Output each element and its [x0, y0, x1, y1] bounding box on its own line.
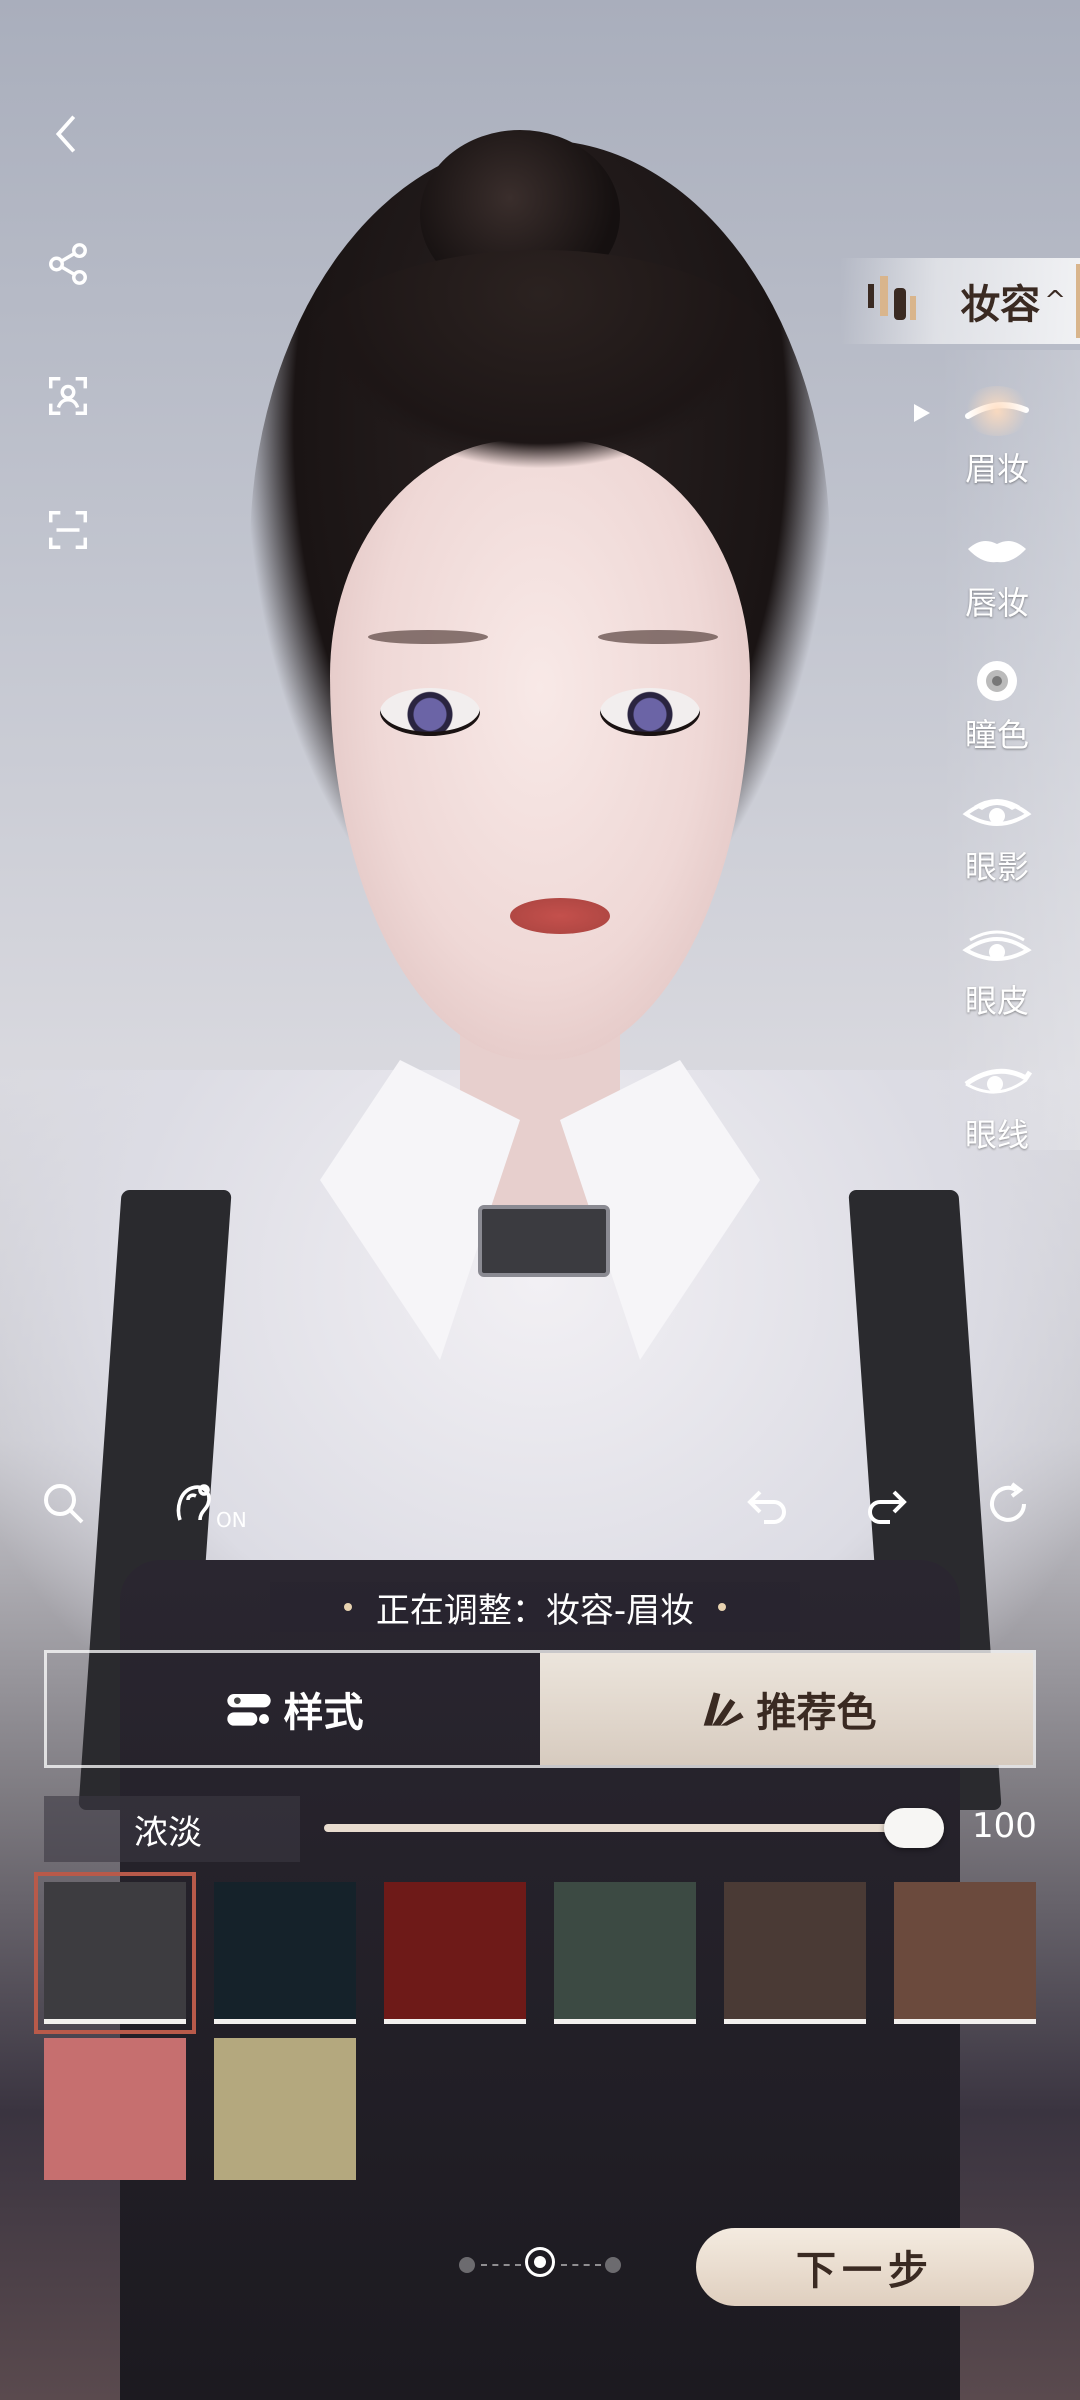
makeup-item-label: 眼线 [964, 1116, 1029, 1154]
color-swatch[interactable] [214, 2038, 356, 2180]
swatch-underline [554, 2019, 696, 2024]
makeup-item-label: 唇妆 [964, 584, 1029, 622]
eyelid-icon [962, 930, 1032, 961]
pupil-icon [977, 661, 1017, 701]
status-dot [343, 1603, 352, 1611]
page-dot [459, 2257, 475, 2273]
color-swatch[interactable] [44, 2038, 186, 2180]
tab-style[interactable]: 样式 [47, 1653, 540, 1765]
color-swatch[interactable] [214, 1882, 356, 2024]
swatch-underline [44, 2019, 186, 2024]
page-dot [605, 2257, 621, 2273]
intensity-value: 100 [972, 1806, 1037, 1846]
color-swatch[interactable] [554, 1882, 696, 2024]
color-swatch[interactable] [34, 1872, 196, 2034]
makeup-item-eyeliner[interactable]: 眼线 [942, 1058, 1052, 1178]
tab-style-label: 样式 [283, 1690, 364, 1736]
selected-indicator-icon [914, 404, 930, 422]
tab-recommended-colors[interactable]: 推荐色 [540, 1653, 1033, 1765]
lips [510, 898, 610, 934]
intensity-slider-handle[interactable] [884, 1808, 944, 1848]
makeup-item-pupil[interactable]: 瞳色 [942, 658, 1052, 778]
eyeliner-icon [964, 1068, 1032, 1094]
face [330, 440, 750, 1060]
style-icon [226, 1694, 271, 1726]
palette-icon [703, 1692, 744, 1726]
makeup-item-label: 眉妆 [964, 450, 1029, 488]
swatch-underline [894, 2019, 1036, 2024]
tab-recommended-colors-label: 推荐色 [756, 1690, 877, 1736]
makeup-tabs: 样式 推荐色 [44, 1650, 1036, 1768]
adjusting-status: 正在调整：妆容-眉妆 [270, 1582, 800, 1632]
face-scan-icon[interactable] [40, 368, 96, 424]
color-swatch[interactable] [894, 1882, 1036, 2024]
makeup-item-label: 眼皮 [964, 982, 1029, 1020]
next-step-button[interactable]: 下一步 [696, 2228, 1034, 2306]
color-swatch[interactable] [384, 1882, 526, 2024]
page-indicator [455, 2245, 625, 2285]
right-brow [598, 630, 718, 644]
makeup-category-header[interactable]: 妆容 ^ [840, 258, 1080, 344]
status-dot [718, 1603, 727, 1611]
makeup-title: 妆容 [960, 282, 1041, 328]
page-connector [561, 2264, 601, 2268]
swatch-underline [214, 2019, 356, 2024]
makeup-item-label: 瞳色 [964, 716, 1029, 754]
back-icon[interactable] [40, 106, 96, 162]
left-brow [368, 630, 488, 644]
header-accent [1076, 264, 1080, 338]
reset-icon[interactable] [984, 1480, 1044, 1540]
makeup-item-eyeshadow[interactable]: 眼影 [942, 790, 1052, 910]
status-text: 正在调整：妆容-眉妆 [375, 1590, 695, 1631]
redo-icon[interactable] [862, 1480, 922, 1540]
right-eye [600, 688, 700, 736]
chevron-up-icon: ^ [1044, 286, 1066, 316]
intensity-slider-track[interactable] [324, 1824, 914, 1832]
swatch-underline [724, 2019, 866, 2024]
makeup-item-eyelid[interactable]: 眼皮 [942, 924, 1052, 1044]
left-eye [380, 688, 480, 736]
color-swatch[interactable] [724, 1882, 866, 2024]
undo-icon[interactable] [744, 1480, 804, 1540]
search-icon[interactable] [40, 1480, 100, 1540]
intensity-label-box: 浓淡 [44, 1796, 300, 1862]
page-connector [481, 2264, 521, 2268]
hair-toggle-state: ON [216, 1508, 247, 1532]
makeup-item-label: 眼影 [964, 848, 1029, 886]
makeup-item-lips[interactable]: 唇妆 [942, 526, 1052, 646]
hair-front [300, 250, 780, 470]
active-glow [962, 386, 1032, 436]
makeup-item-eyebrow[interactable]: 眉妆 [942, 386, 1052, 512]
share-icon[interactable] [40, 236, 96, 292]
page-dot-current [525, 2247, 555, 2277]
makeup-kit-icon [868, 276, 916, 320]
eyeshadow-icon [962, 799, 1032, 826]
intensity-label: 浓淡 [134, 1812, 202, 1853]
fullscreen-icon[interactable] [40, 502, 96, 558]
lips-icon [968, 540, 1026, 563]
swatch-underline [384, 2019, 526, 2024]
collar-buckle [478, 1205, 610, 1277]
